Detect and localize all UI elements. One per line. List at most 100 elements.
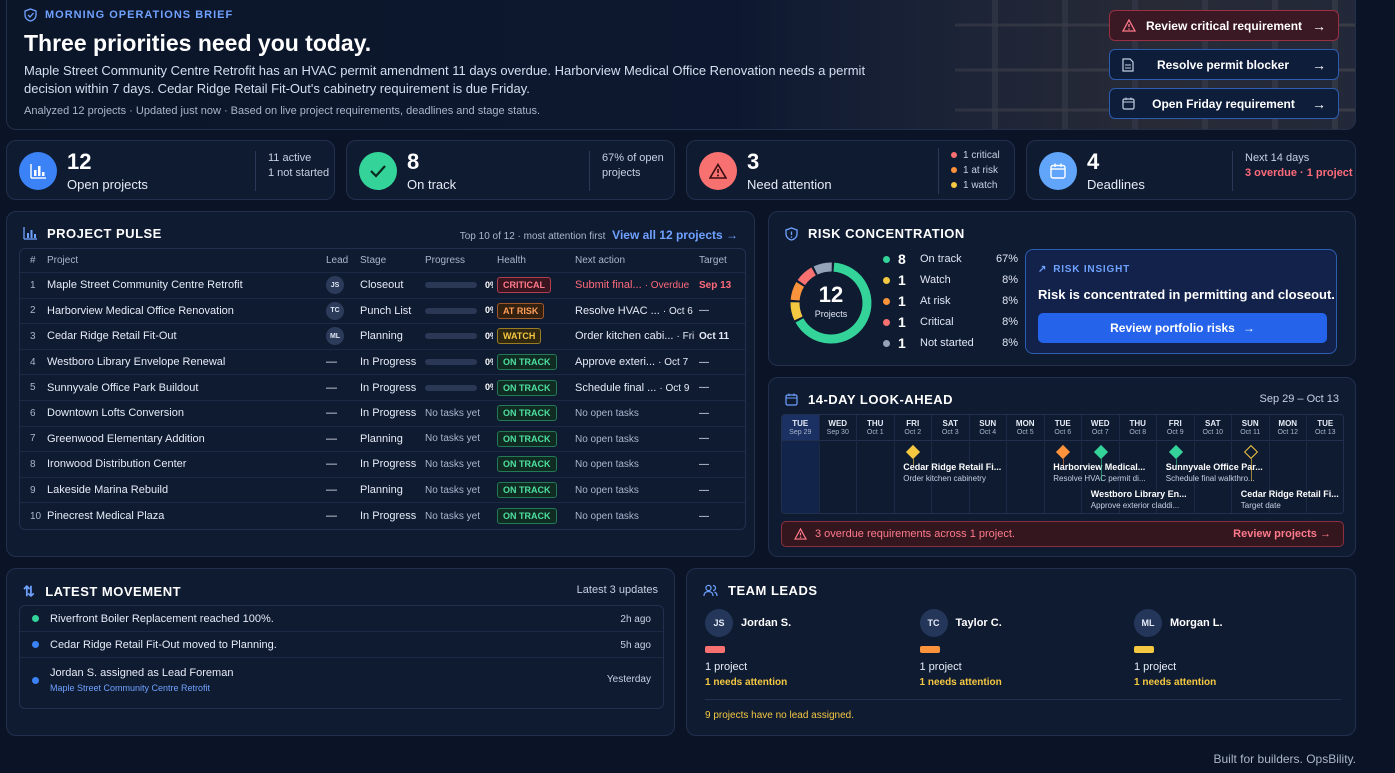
date: Oct 13 [1314,429,1336,436]
status-badge: ON TRACK [497,482,557,499]
project-name[interactable]: Pinecrest Medical Plaza [47,510,317,522]
event-title[interactable]: Sunnyvale Office Par... [1166,462,1263,472]
table-row[interactable]: 5 Sunnyvale Office Park Buildout — In Progr… [20,375,745,401]
legend-item[interactable]: 8 On track 67% [883,251,1018,267]
day-header: MON Oct 5 [1007,415,1044,441]
calendar-day[interactable]: TUE Sep 29 [782,415,820,513]
event-title[interactable]: Harborview Medical... [1053,462,1145,472]
avatar: TC [919,609,948,637]
review-portfolio-risks-button[interactable]: Review portfolio risks → [1038,313,1327,343]
project-name[interactable]: Ironwood Distribution Center [47,458,317,470]
next-action[interactable]: No open tasks [575,484,697,496]
project-name[interactable]: Harborview Medical Office Renovation [47,305,317,317]
weekday: SAT [942,419,958,428]
next-action[interactable]: Resolve HVAC ... · Oct 6 [575,305,697,317]
next-action[interactable]: No open tasks [575,458,697,470]
project-name[interactable]: Westboro Library Envelope Renewal [47,356,317,368]
donut-segment-not-started[interactable] [813,262,832,275]
weekday: MON [1278,419,1298,428]
next-action[interactable]: No open tasks [575,510,697,522]
calendar-day[interactable]: WED Sep 30 [819,415,857,513]
table-row[interactable]: 7 Greenwood Elementary Addition — Planning N… [20,427,745,453]
table-row[interactable]: 10 Pinecrest Medical Plaza — In Progress No … [20,503,745,529]
legend-label: Not started [920,337,974,349]
list-item[interactable]: Riverfront Boiler Replacement reached 10… [20,606,663,632]
event-subtitle: Schedule final walkthro... [1165,474,1255,483]
project-name[interactable]: Maple Street Community Centre Retrofit [47,279,317,291]
list-item[interactable]: Jordan S. assigned as Lead Foreman Maple … [20,658,663,710]
review-critical-button[interactable]: Review critical requirement → [1109,10,1339,41]
column-header[interactable]: Health [497,255,526,266]
event-title[interactable]: Cedar Ridge Retail Fi... [1241,489,1339,499]
project-name[interactable]: Downtown Lofts Conversion [47,407,317,419]
movement-text: Cedar Ridge Retail Fit-Out moved to Plan… [50,639,277,651]
stat-open-projects[interactable]: 12 Open projects 11 active 1 not started [6,140,335,200]
list-item[interactable]: Cedar Ridge Retail Fit-Out moved to Plan… [20,632,663,658]
table-row[interactable]: 2 Harborview Medical Office Renovation TC P… [20,299,745,325]
legend-count: 1 [898,314,906,330]
progress-empty: No tasks yet [425,510,481,522]
risk-title-text: RISK CONCENTRATION [808,226,965,241]
project-name[interactable]: Sunnyvale Office Park Buildout [47,382,317,394]
legend-item[interactable]: 1 At risk 8% [883,293,1018,309]
table-row[interactable]: 9 Lakeside Marina Rebuild — Planning No task… [20,478,745,504]
resolve-permit-button[interactable]: Resolve permit blocker → [1109,49,1339,80]
arrow-right-icon: → [1312,56,1326,73]
movement-project-link[interactable]: Maple Street Community Centre Retrofit [50,683,210,693]
team-leads-panel: TEAM LEADS JS Jordan S. 1 project 1 needs a… [686,568,1356,736]
next-action[interactable]: No open tasks [575,433,697,445]
avatar: JS [705,609,733,637]
column-header[interactable]: Target [699,255,727,266]
next-action-text: No open tasks [575,408,639,420]
column-header[interactable]: Next action [575,255,697,266]
next-action[interactable]: No open tasks [575,407,697,419]
date: Oct 6 [1054,429,1072,436]
next-action[interactable]: Approve exteri... · Oct 7 [575,356,697,368]
calendar-day[interactable]: MON Oct 5 [1007,415,1045,513]
row-number: 6 [30,407,36,419]
lookahead-title: 14-DAY LOOK-AHEAD [785,392,953,407]
pulse-subtitle: Top 10 of 12 · most attention first View… [460,228,738,242]
event-title[interactable]: Cedar Ridge Retail Fi... [903,462,1001,472]
legend-item[interactable]: 1 Critical 8% [883,314,1018,330]
open-friday-button[interactable]: Open Friday requirement → [1109,88,1339,119]
morning-brief-hero: MORNING OPERATIONS BRIEF Three prioritie… [6,0,1356,130]
project-name[interactable]: Cedar Ridge Retail Fit-Out [47,330,317,342]
health-cell: ON TRACK [497,430,557,447]
table-row[interactable]: 3 Cedar Ridge Retail Fit-Out ML Planning 0% W… [20,324,745,350]
column-header[interactable]: Project [47,255,317,266]
column-header[interactable]: Progress [425,255,493,266]
project-name[interactable]: Greenwood Elementary Addition [47,433,317,445]
event-title[interactable]: Westboro Library En... [1091,489,1187,499]
status-badge: CRITICAL [497,277,551,294]
stat-on-track[interactable]: 8 On track 67% of open projects [346,140,675,200]
date: Oct 11 [1240,429,1261,436]
stat-detail-line: 3 overdue · 1 project [1245,167,1353,179]
project-name[interactable]: Lakeside Marina Rebuild [47,484,317,496]
date: Oct 5 [1016,429,1034,436]
table-row[interactable]: 4 Westboro Library Envelope Renewal — In Pr… [20,350,745,376]
calendar-day[interactable]: TUE Oct 13 [1307,415,1343,513]
table-row[interactable]: 8 Ironwood Distribution Center — In Progres… [20,452,745,478]
column-header[interactable]: Lead [326,255,356,266]
legend-item[interactable]: 1 Watch 8% [883,272,1018,288]
review-projects-link[interactable]: Review projects → [1233,528,1331,540]
next-action[interactable]: Schedule final ... · Oct 9 [575,382,697,394]
stat-need-attention[interactable]: 3 Need attention 1 critical 1 at risk 1 … [686,140,1015,200]
donut-segment-critical[interactable] [797,267,817,286]
day-header: THU Oct 8 [1119,415,1156,441]
next-action[interactable]: Order kitchen cabi... · Fri [575,330,697,342]
calendar-day[interactable]: THU Oct 1 [857,415,895,513]
weekday: MON [1015,419,1035,428]
stat-deadlines[interactable]: 4 Deadlines Next 14 days 3 overdue · 1 p… [1026,140,1356,200]
table-row[interactable]: 6 Downtown Lofts Conversion — In Progress No… [20,401,745,427]
view-all-projects-link[interactable]: View all 12 projects → [612,228,738,242]
calendar-day[interactable]: MON Oct 12 [1269,415,1307,513]
stat-detail-line: 67% of open [602,152,664,164]
progress-percent: 0% [485,356,493,367]
legend-item[interactable]: 1 Not started 8% [883,335,1018,351]
target-date: — [699,510,709,522]
column-header[interactable]: Stage [360,255,420,266]
table-row[interactable]: 1 Maple Street Community Centre Retrofit J… [20,273,745,299]
next-action[interactable]: Submit final... · Overdue [575,279,697,291]
